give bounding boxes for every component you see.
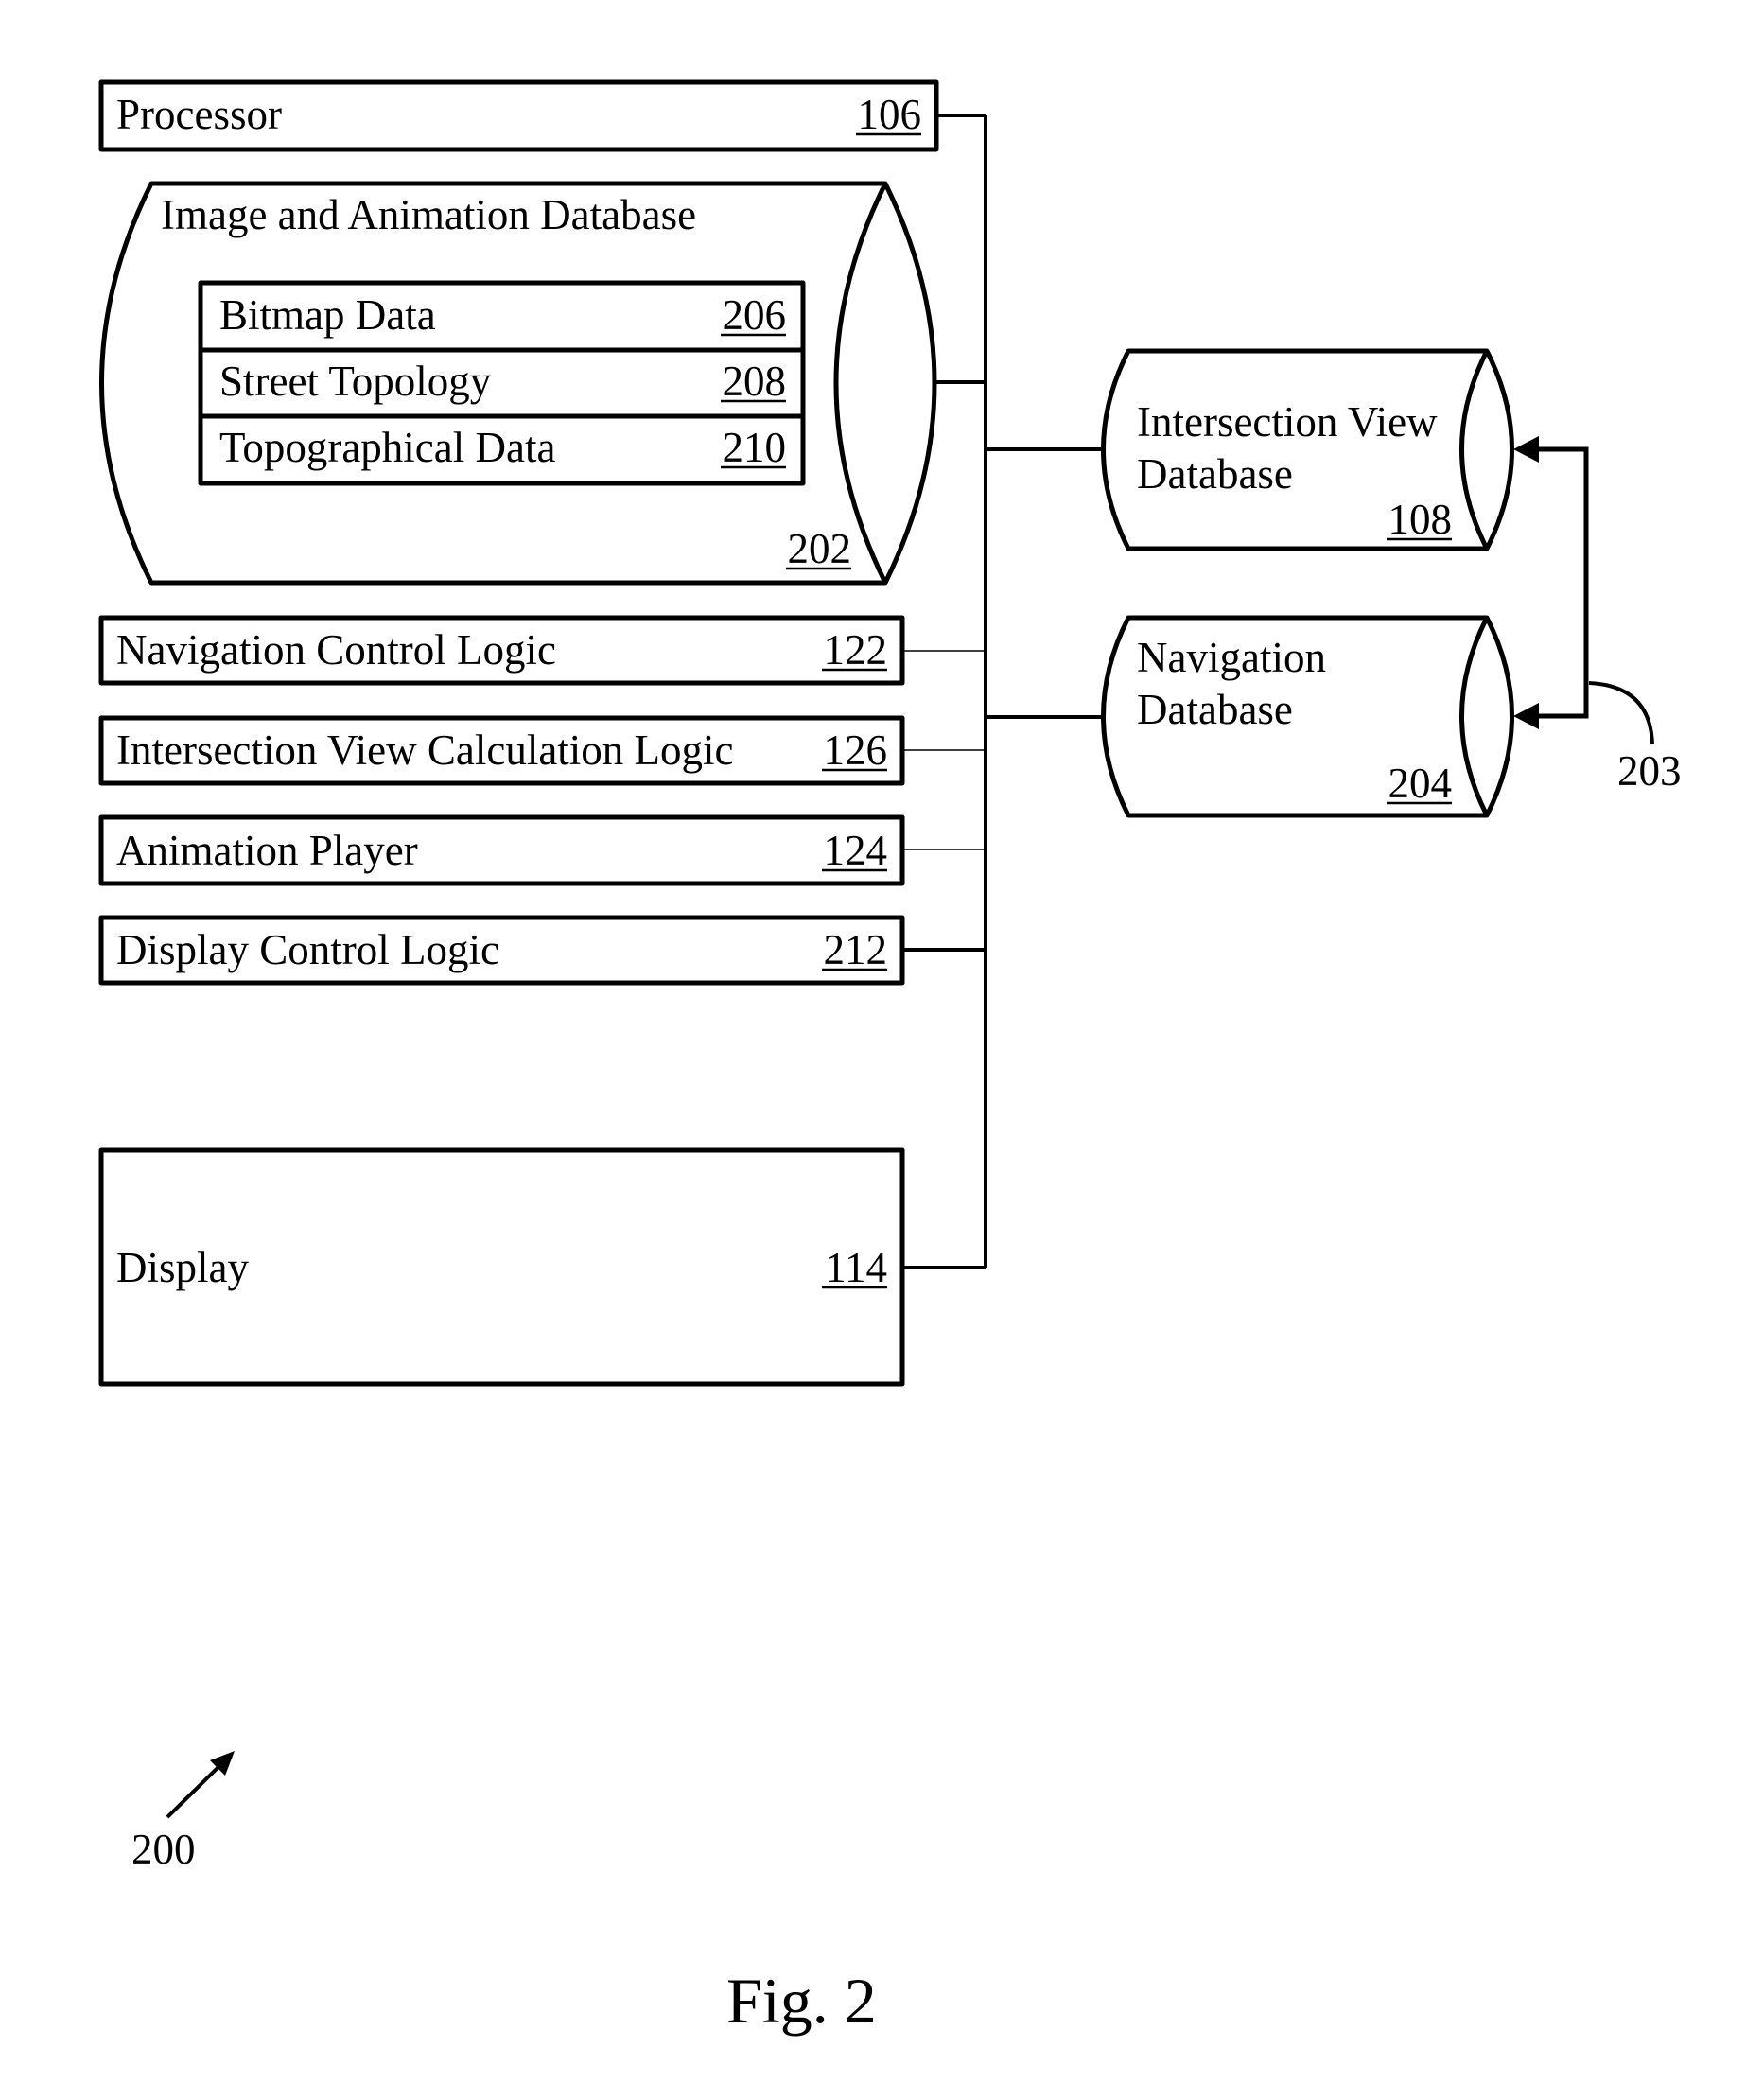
display-block[interactable]: Display 114 <box>98 1147 905 1387</box>
link-ref: 203 <box>1617 747 1682 795</box>
ivdb-label-line2: Database <box>1137 450 1293 498</box>
ncl-ref: 122 <box>824 626 888 674</box>
animation-player-label: Animation Player <box>116 827 418 874</box>
figure-ref-number: 200 <box>131 1826 196 1873</box>
figure-caption: Fig. 2 <box>726 1965 877 2037</box>
entry-label: Topographical Data <box>219 424 555 471</box>
figure-reference: 200 <box>131 1751 235 1873</box>
arrowhead-icon <box>1513 703 1539 729</box>
entry-ref: 210 <box>723 424 787 471</box>
entry-ref: 208 <box>723 358 787 405</box>
entry-label: Street Topology <box>219 358 492 405</box>
dcl-label: Display Control Logic <box>116 926 499 973</box>
database-entries-table: Bitmap Data 206 Street Topology 208 Topo… <box>198 280 806 486</box>
navigation-control-logic-block[interactable]: Navigation Control Logic 122 <box>98 615 905 686</box>
processor-block[interactable]: Processor 106 <box>98 79 939 152</box>
ivcl-ref: 126 <box>824 726 888 774</box>
navigation-database[interactable]: Navigation Database 204 <box>1101 615 1514 818</box>
image-animation-db-title: Image and Animation Database <box>161 191 696 238</box>
navdb-label-line2: Database <box>1137 686 1293 733</box>
ivdb-label-line1: Intersection View <box>1137 398 1438 446</box>
diagram-canvas: Processor 106 Image and Animation Databa… <box>98 79 1682 2037</box>
processor-ref: 106 <box>858 91 922 138</box>
intersection-view-calc-logic-block[interactable]: Intersection View Calculation Logic 126 <box>98 715 905 786</box>
database-link-203: 203 <box>1513 436 1682 795</box>
entry-label: Bitmap Data <box>219 291 436 339</box>
image-animation-db-ref: 202 <box>788 525 852 572</box>
intersection-view-database[interactable]: Intersection View Database 108 <box>1101 348 1514 551</box>
display-ref: 114 <box>825 1244 887 1291</box>
image-animation-database[interactable]: Image and Animation Database 202 Bitmap … <box>99 181 937 586</box>
ncl-label: Navigation Control Logic <box>116 626 556 674</box>
arrowhead-icon <box>1513 436 1539 463</box>
display-label: Display <box>116 1244 249 1291</box>
display-control-logic-block[interactable]: Display Control Logic 212 <box>98 915 905 986</box>
navdb-ref: 204 <box>1388 760 1453 807</box>
entry-ref: 206 <box>723 291 787 339</box>
ivdb-ref: 108 <box>1388 496 1453 543</box>
dcl-ref: 212 <box>824 926 888 973</box>
animation-player-ref: 124 <box>824 827 888 874</box>
ivcl-label: Intersection View Calculation Logic <box>116 726 734 774</box>
navdb-label-line1: Navigation <box>1137 634 1326 681</box>
processor-label: Processor <box>116 91 282 138</box>
animation-player-block[interactable]: Animation Player 124 <box>98 814 905 886</box>
